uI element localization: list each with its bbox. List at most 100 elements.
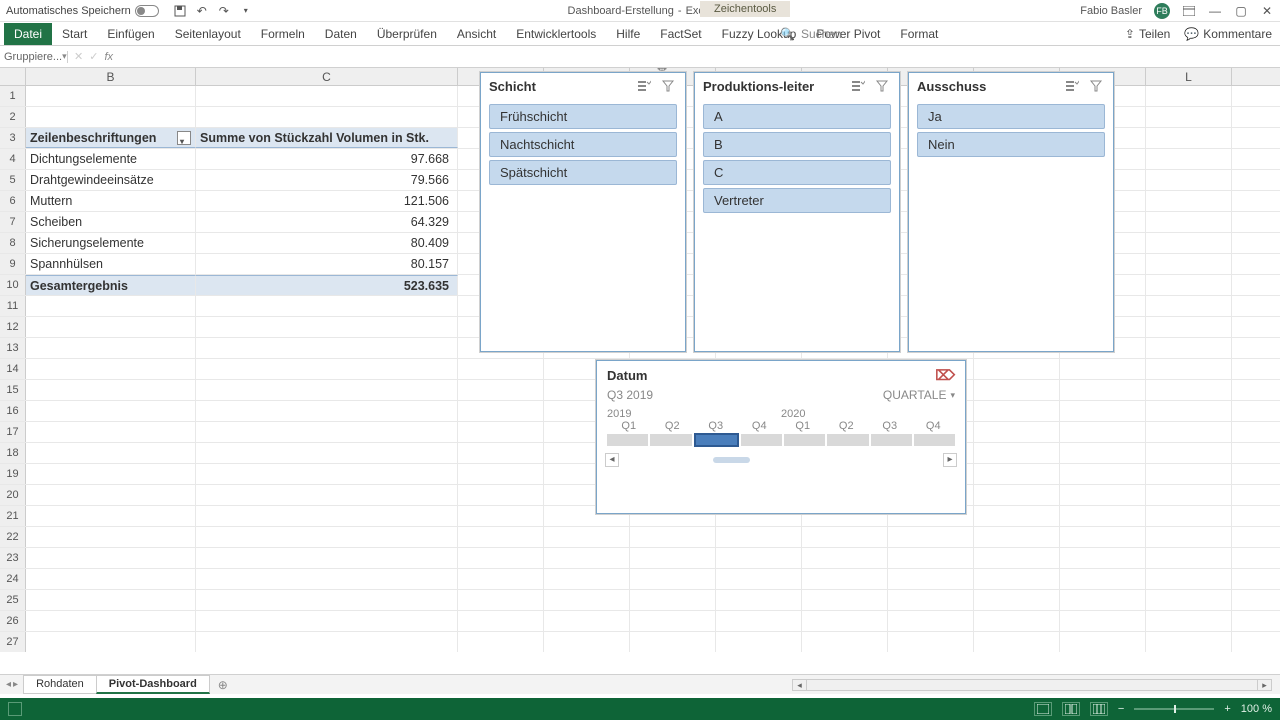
cell[interactable] [716,611,802,631]
cell[interactable] [458,401,544,421]
cell[interactable] [1146,338,1232,358]
cell[interactable] [1146,170,1232,190]
slicer-item[interactable]: A [703,104,891,129]
timeline-scrollbar[interactable] [627,453,935,467]
timeline-datum[interactable]: Datum ⌦ Q3 2019 QUARTALE ▾ 20192020 Q1Q2… [596,360,966,514]
tab-daten[interactable]: Daten [315,23,367,45]
cell[interactable] [716,590,802,610]
row-header[interactable]: 22 [0,527,26,547]
cell[interactable] [974,569,1060,589]
cell[interactable] [26,443,196,463]
cell[interactable] [1146,569,1232,589]
cell[interactable] [196,569,458,589]
cell[interactable] [26,338,196,358]
cell[interactable] [196,338,458,358]
row-header[interactable]: 25 [0,590,26,610]
timeline-segment[interactable] [607,434,648,446]
row-header[interactable]: 4 [0,149,26,169]
page-break-view-icon[interactable] [1090,702,1108,716]
cell[interactable] [630,590,716,610]
cell[interactable] [26,359,196,379]
cell[interactable] [888,569,974,589]
cell[interactable] [196,611,458,631]
cell[interactable] [458,485,544,505]
cell[interactable] [26,590,196,610]
cell[interactable] [974,506,1060,526]
cell[interactable] [1146,611,1232,631]
cell[interactable] [974,443,1060,463]
cell[interactable] [1146,422,1232,442]
autosave-toggle[interactable]: Automatisches Speichern [6,5,159,17]
redo-icon[interactable]: ↷ [217,4,231,18]
clear-filter-icon[interactable] [659,77,677,95]
cell[interactable] [974,527,1060,547]
cell[interactable] [26,401,196,421]
cell[interactable] [26,464,196,484]
cell[interactable]: 523.635 [196,275,458,295]
cell[interactable] [630,632,716,652]
row-header[interactable]: 7 [0,212,26,232]
zoom-slider[interactable] [1134,708,1214,710]
cell[interactable] [26,569,196,589]
cell[interactable] [26,86,196,106]
cell[interactable] [1146,548,1232,568]
cell[interactable] [26,107,196,127]
cell[interactable] [458,464,544,484]
multi-select-icon[interactable] [849,77,867,95]
cell[interactable] [196,359,458,379]
cell[interactable] [1146,443,1232,463]
cell[interactable] [974,485,1060,505]
cell[interactable] [544,548,630,568]
add-sheet-icon[interactable]: ⊕ [210,678,236,692]
cell[interactable] [1060,569,1146,589]
row-header[interactable]: 13 [0,338,26,358]
cell[interactable] [1146,632,1232,652]
cell[interactable] [888,611,974,631]
multi-select-icon[interactable] [1063,77,1081,95]
cell[interactable] [196,380,458,400]
cell[interactable] [630,527,716,547]
cell[interactable] [802,611,888,631]
slicer-item[interactable]: B [703,132,891,157]
timeline-segment[interactable] [741,434,782,446]
cell[interactable] [802,569,888,589]
cell[interactable] [458,590,544,610]
cell[interactable]: Gesamtergebnis [26,275,196,295]
cell[interactable] [802,548,888,568]
zoom-in-icon[interactable]: + [1224,703,1230,715]
cell[interactable] [802,527,888,547]
cell[interactable] [888,632,974,652]
cell[interactable] [1060,485,1146,505]
chevron-down-icon[interactable]: ▾ [62,51,67,62]
undo-icon[interactable]: ↶ [195,4,209,18]
qat-dropdown-icon[interactable]: ▾ [239,4,253,18]
cell[interactable] [458,569,544,589]
autosave-switch[interactable] [135,5,159,17]
cell[interactable] [974,359,1060,379]
cell[interactable] [1146,317,1232,337]
tab-hilfe[interactable]: Hilfe [606,23,650,45]
column-header[interactable]: C [196,68,458,85]
row-header[interactable]: 6 [0,191,26,211]
timeline-prev-icon[interactable]: ◂ [605,453,619,467]
cell[interactable] [974,464,1060,484]
timeline-segment[interactable] [650,434,691,446]
cell[interactable] [196,464,458,484]
cell[interactable] [26,380,196,400]
cell[interactable] [716,548,802,568]
name-box[interactable]: Gruppiere... ▾ [0,51,68,63]
cell[interactable] [716,569,802,589]
cell[interactable] [1060,590,1146,610]
cell[interactable] [1060,527,1146,547]
cell[interactable] [544,590,630,610]
row-header[interactable]: 1 [0,86,26,106]
cell[interactable] [26,485,196,505]
row-header[interactable]: 26 [0,611,26,631]
timeline-segment[interactable] [871,434,912,446]
cell[interactable] [1146,359,1232,379]
cell[interactable] [1146,275,1232,295]
cell[interactable] [1146,128,1232,148]
cell[interactable] [196,443,458,463]
cell[interactable] [1146,401,1232,421]
row-header[interactable]: 15 [0,380,26,400]
